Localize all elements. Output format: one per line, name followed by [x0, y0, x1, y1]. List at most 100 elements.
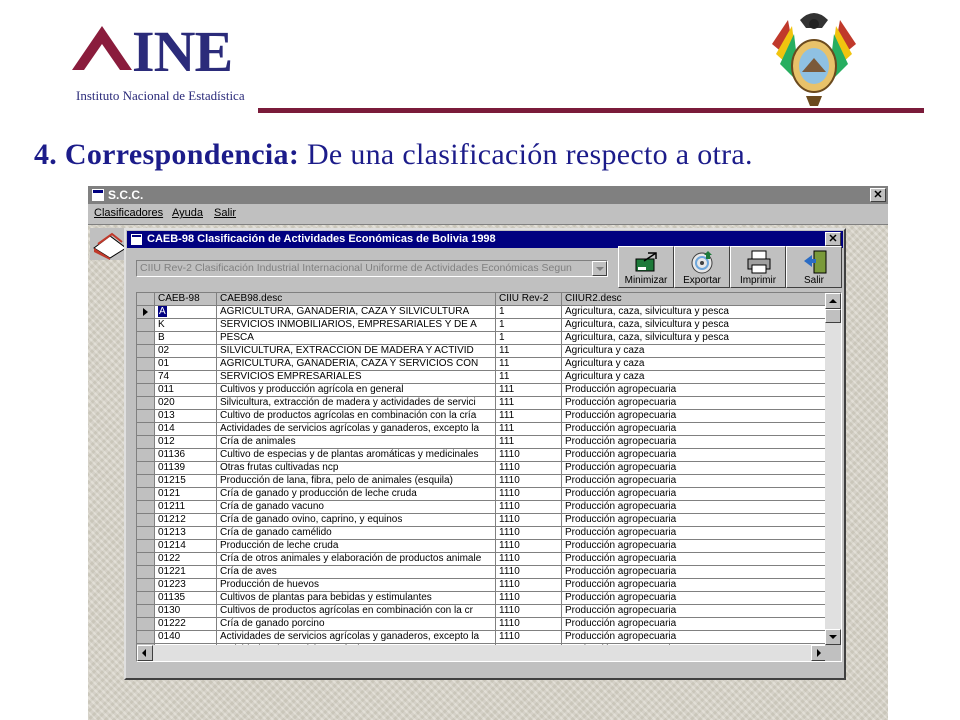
scroll-up-arrow-icon[interactable] [825, 293, 841, 309]
cell-caeb98[interactable]: 01214 [155, 540, 217, 553]
table-row[interactable]: 01135 Cultivos de plantas para bebidas y … [137, 592, 827, 605]
row-indicator[interactable] [137, 514, 155, 527]
cell-caeb98-desc[interactable]: Producción de huevos [217, 579, 496, 592]
cell-ciiur2-desc[interactable]: Producción agropecuaria [562, 410, 827, 423]
row-indicator[interactable] [137, 631, 155, 644]
cell-ciiu-rev2[interactable]: 1 [496, 319, 562, 332]
cell-caeb98[interactable]: 01136 [155, 449, 217, 462]
cell-caeb98[interactable]: 01223 [155, 579, 217, 592]
cell-caeb98[interactable]: 01215 [155, 475, 217, 488]
row-indicator[interactable] [137, 384, 155, 397]
cell-caeb98-desc[interactable]: SERVICIOS INMOBILIARIOS, EMPRESARIALES Y… [217, 319, 496, 332]
table-row[interactable]: 01211 Cría de ganado vacuno 1110 Producción… [137, 501, 827, 514]
cell-caeb98-desc[interactable]: SERVICIOS EMPRESARIALES [217, 371, 496, 384]
cell-caeb98-desc[interactable]: Producción de lana, fibra, pelo de anima… [217, 475, 496, 488]
cell-caeb98[interactable]: A [155, 306, 217, 319]
table-row[interactable]: K SERVICIOS INMOBILIARIOS, EMPRESARIALES … [137, 319, 827, 332]
cell-ciiu-rev2[interactable]: 11 [496, 358, 562, 371]
row-indicator[interactable] [137, 501, 155, 514]
menu-salir[interactable]: Salir [214, 204, 236, 222]
row-indicator[interactable] [137, 579, 155, 592]
cell-ciiu-rev2[interactable]: 1110 [496, 514, 562, 527]
scroll-left-arrow-icon[interactable] [137, 645, 153, 661]
exit-button[interactable]: Salir [786, 246, 842, 288]
menu-ayuda[interactable]: Ayuda [172, 204, 203, 222]
cell-caeb98-desc[interactable]: Cría de aves [217, 566, 496, 579]
cell-ciiu-rev2[interactable]: 111 [496, 410, 562, 423]
cell-caeb98-desc[interactable]: Cría de ganado y producción de leche cru… [217, 488, 496, 501]
cell-caeb98[interactable]: 01221 [155, 566, 217, 579]
cell-ciiur2-desc[interactable]: Producción agropecuaria [562, 605, 827, 618]
cell-caeb98-desc[interactable]: Cría de animales [217, 436, 496, 449]
cell-caeb98[interactable]: 01211 [155, 501, 217, 514]
cell-caeb98[interactable]: 013 [155, 410, 217, 423]
cell-ciiur2-desc[interactable]: Agricultura y caza [562, 371, 827, 384]
cell-caeb98-desc[interactable]: Otras frutas cultivadas ncp [217, 462, 496, 475]
correspondence-grid[interactable]: CAEB-98 CAEB98.desc CIIU Rev-2 CIIUR2.de… [136, 292, 842, 662]
cell-ciiu-rev2[interactable]: 1110 [496, 449, 562, 462]
cell-ciiur2-desc[interactable]: Producción agropecuaria [562, 449, 827, 462]
export-button[interactable]: Exportar [674, 246, 730, 288]
cell-caeb98[interactable]: 01213 [155, 527, 217, 540]
cell-ciiu-rev2[interactable]: 1110 [496, 553, 562, 566]
table-row[interactable]: 012 Cría de animales 111 Producción agropec… [137, 436, 827, 449]
cell-caeb98-desc[interactable]: Cultivos y producción agrícola en genera… [217, 384, 496, 397]
chevron-down-icon[interactable] [592, 261, 607, 276]
cell-ciiur2-desc[interactable]: Producción agropecuaria [562, 527, 827, 540]
table-row[interactable]: 01213 Cría de ganado camélido 1110 Producci… [137, 527, 827, 540]
cell-caeb98[interactable]: 74 [155, 371, 217, 384]
cell-caeb98[interactable]: K [155, 319, 217, 332]
cell-caeb98[interactable]: 0130 [155, 605, 217, 618]
cell-ciiur2-desc[interactable]: Producción agropecuaria [562, 397, 827, 410]
column-header-caeb98[interactable]: CAEB-98 [155, 293, 217, 306]
row-indicator[interactable] [137, 592, 155, 605]
table-row[interactable]: 0130 Cultivos de productos agrícolas en c… [137, 605, 827, 618]
cell-ciiu-rev2[interactable]: 1110 [496, 618, 562, 631]
cell-caeb98[interactable]: 01 [155, 358, 217, 371]
table-row[interactable]: 011 Cultivos y producción agrícola en gen… [137, 384, 827, 397]
table-row[interactable]: 01 AGRICULTURA, GANADERIA, CAZA Y SERVICI… [137, 358, 827, 371]
cell-ciiur2-desc[interactable]: Producción agropecuaria [562, 384, 827, 397]
cell-ciiur2-desc[interactable]: Agricultura, caza, silvicultura y pesca [562, 319, 827, 332]
table-row[interactable]: B PESCA 1 Agricultura, caza, silvicultura y… [137, 332, 827, 345]
cell-caeb98-desc[interactable]: Cultivo de productos agrícolas en combin… [217, 410, 496, 423]
cell-caeb98-desc[interactable]: Actividades de servicios agrícolas y gan… [217, 631, 496, 644]
table-row[interactable]: 01222 Cría de ganado porcino 1110 Producció… [137, 618, 827, 631]
cell-caeb98-desc[interactable]: Cría de ganado vacuno [217, 501, 496, 514]
cell-caeb98[interactable]: 02 [155, 345, 217, 358]
table-row[interactable]: 01139 Otras frutas cultivadas ncp 1110 Prod… [137, 462, 827, 475]
vertical-scrollbar[interactable] [825, 293, 841, 645]
cell-caeb98[interactable]: 011 [155, 384, 217, 397]
cell-ciiu-rev2[interactable]: 1 [496, 332, 562, 345]
cell-ciiu-rev2[interactable]: 1110 [496, 592, 562, 605]
row-indicator[interactable] [137, 605, 155, 618]
app-close-button[interactable]: ✕ [870, 188, 886, 202]
cell-caeb98-desc[interactable]: AGRICULTURA, GANADERIA, CAZA Y SERVICIOS… [217, 358, 496, 371]
cell-caeb98[interactable]: 01222 [155, 618, 217, 631]
cell-ciiu-rev2[interactable]: 111 [496, 423, 562, 436]
table-row[interactable]: 013 Cultivo de productos agrícolas en com… [137, 410, 827, 423]
cell-ciiur2-desc[interactable]: Producción agropecuaria [562, 579, 827, 592]
cell-ciiur2-desc[interactable]: Producción agropecuaria [562, 631, 827, 644]
row-indicator[interactable] [137, 423, 155, 436]
table-row[interactable]: 02 SILVICULTURA, EXTRACCION DE MADERA Y A… [137, 345, 827, 358]
cell-ciiur2-desc[interactable]: Agricultura, caza, silvicultura y pesca [562, 306, 827, 319]
table-row[interactable]: 01212 Cría de ganado ovino, caprino, y eq… [137, 514, 827, 527]
cell-ciiu-rev2[interactable]: 1110 [496, 605, 562, 618]
table-row[interactable]: 0122 Cría de otros animales y elaboración… [137, 553, 827, 566]
cell-caeb98[interactable]: 01135 [155, 592, 217, 605]
cell-caeb98-desc[interactable]: Cultivos de plantas para bebidas y estim… [217, 592, 496, 605]
table-row[interactable]: A AGRICULTURA, GANADERIA, CAZA Y SILVICUL… [137, 306, 827, 319]
cell-ciiu-rev2[interactable]: 1110 [496, 462, 562, 475]
cell-ciiu-rev2[interactable]: 111 [496, 384, 562, 397]
cell-caeb98-desc[interactable]: Cultivos de productos agrícolas en combi… [217, 605, 496, 618]
cell-ciiu-rev2[interactable]: 1110 [496, 475, 562, 488]
cell-caeb98[interactable]: 012 [155, 436, 217, 449]
target-classification-select[interactable]: CIIU Rev-2 Clasificación Industrial Inte… [136, 260, 608, 277]
row-indicator[interactable] [137, 553, 155, 566]
cell-caeb98-desc[interactable]: Producción de leche cruda [217, 540, 496, 553]
print-button[interactable]: Imprimir [730, 246, 786, 288]
menu-clasificadores[interactable]: Clasificadores [94, 204, 163, 222]
cell-caeb98-desc[interactable]: Actividades de servicios agrícolas y gan… [217, 423, 496, 436]
cell-ciiu-rev2[interactable]: 111 [496, 436, 562, 449]
